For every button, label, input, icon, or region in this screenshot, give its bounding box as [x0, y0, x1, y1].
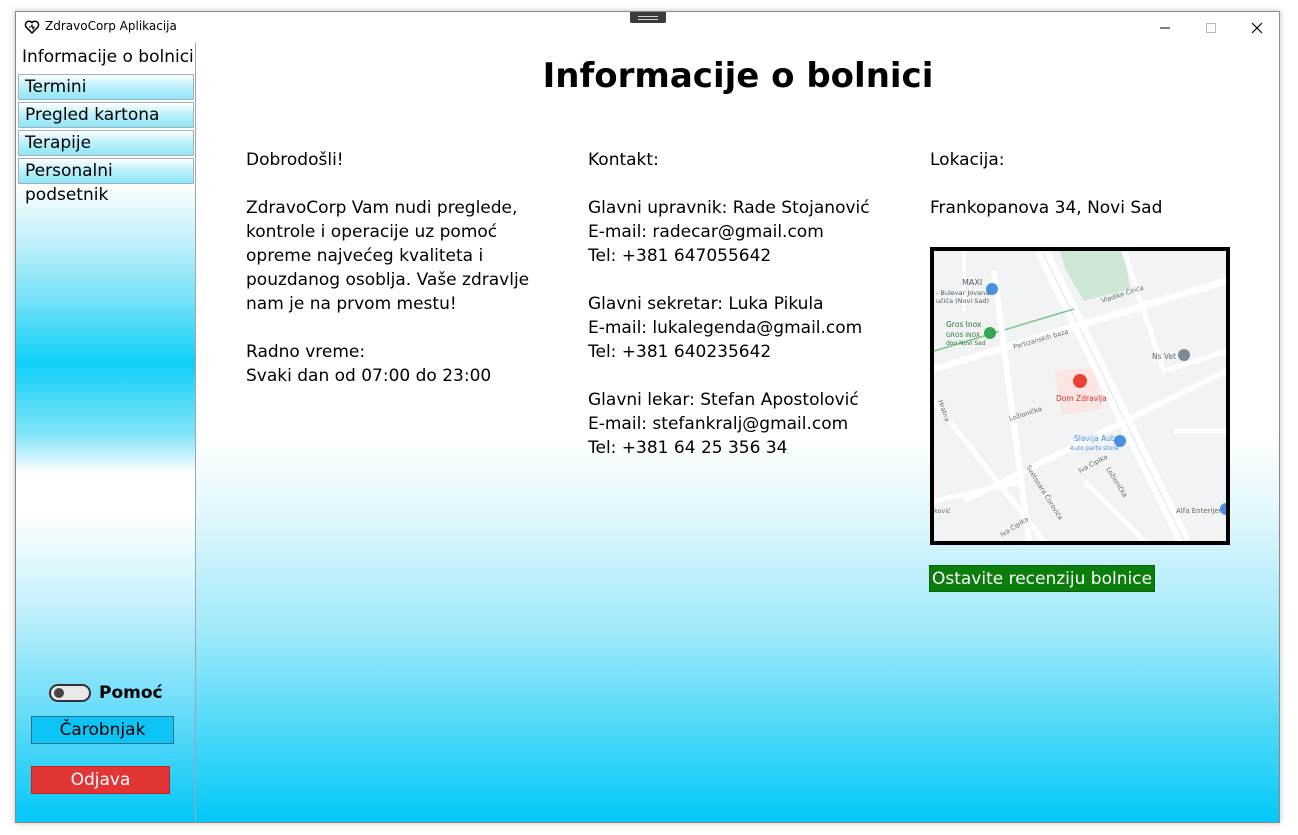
map-label: Ns Vet	[1152, 352, 1176, 361]
map-label: Alfa Enterijer	[1176, 507, 1222, 515]
help-toggle-label: Pomoć	[99, 683, 163, 703]
contact-role: Glavni sekretar: Luka Pikula	[588, 294, 824, 314]
location-heading: Lokacija:	[930, 150, 1005, 170]
contact-heading: Kontakt:	[588, 150, 659, 170]
contact-tel: Tel: +381 64 25 356 34	[588, 438, 788, 458]
contact-column: Kontakt: Glavni upravnik: Rade Stojanovi…	[588, 148, 888, 460]
sidebar-item-personalni-podsetnik[interactable]: Personalni podsetnik	[18, 158, 194, 205]
contact-role: Glavni lekar: Stefan Apostolović	[588, 390, 859, 410]
help-toggle-row: Pomoć	[49, 683, 189, 707]
app-window: ZdravoCorp Aplikacija Informacije o boln…	[15, 11, 1280, 823]
map-label: doo Novi Sad	[946, 340, 986, 347]
location-map[interactable]: MAXI - Bulevar Jovana učića (Novi Sad) G…	[930, 247, 1230, 545]
logout-button[interactable]: Odjava	[31, 766, 170, 794]
contact-tel: Tel: +381 640235642	[588, 342, 772, 362]
minimize-button[interactable]	[1142, 12, 1188, 43]
contact-tel: Tel: +381 647055642	[588, 246, 772, 266]
map-label: Slavija Auto	[1074, 434, 1119, 443]
toggle-knob	[54, 688, 64, 698]
map-label: Auto parts store	[1070, 445, 1119, 452]
wizard-button[interactable]: Čarobnjak	[31, 716, 174, 744]
contact-email: E-mail: stefankralj@gmail.com	[588, 414, 849, 434]
hours-label: Radno vreme:	[246, 342, 366, 362]
welcome-text: ZdravoCorp Vam nudi preglede, kontrole i…	[246, 198, 530, 314]
window-title: ZdravoCorp Aplikacija	[45, 19, 177, 33]
map-label: MAXI	[962, 278, 982, 287]
help-toggle[interactable]	[49, 684, 91, 702]
contact-email: E-mail: radecar@gmail.com	[588, 222, 824, 242]
maximize-icon	[1206, 22, 1216, 33]
contact-role: Glavni upravnik: Rade Stojanović	[588, 198, 870, 218]
review-hospital-button[interactable]: Ostavite recenziju bolnice	[929, 565, 1155, 592]
map-label: učića (Novi Sad)	[936, 297, 989, 305]
welcome-column: Dobrodošli! ZdravoCorp Vam nudi preglede…	[246, 148, 536, 388]
page-title: Informacije o bolnici	[542, 56, 934, 96]
close-button[interactable]	[1234, 12, 1279, 43]
welcome-heading: Dobrodošli!	[246, 150, 344, 170]
main-content: Informacije o bolnici Dobrodošli! Zdravo…	[196, 43, 1279, 822]
map-label: Gros Inox	[946, 320, 982, 329]
minimize-icon	[1160, 27, 1170, 28]
sidebar-header[interactable]: Informacije o bolnici	[22, 47, 194, 67]
maximize-button[interactable]	[1188, 12, 1234, 43]
sidebar-item-pregled-kartona[interactable]: Pregled kartona	[18, 102, 194, 128]
map-label: - Bulevar Jovana	[936, 289, 989, 297]
drag-handle[interactable]	[630, 12, 666, 23]
close-icon	[1251, 22, 1263, 33]
location-address: Frankopanova 34, Novi Sad	[930, 198, 1163, 218]
hours-value: Svaki dan od 07:00 do 23:00	[246, 366, 492, 386]
map-graphic: MAXI - Bulevar Jovana učića (Novi Sad) G…	[934, 251, 1226, 541]
sidebar-item-terapije[interactable]: Terapije	[18, 130, 194, 156]
map-label: Dom Zdravlja	[1056, 394, 1107, 403]
sidebar: Informacije o bolnici Termini Pregled ka…	[16, 43, 196, 822]
heart-icon	[24, 20, 40, 34]
contact-email: E-mail: lukalegenda@gmail.com	[588, 318, 863, 338]
map-label: ković	[934, 507, 951, 515]
map-label: GROS INOX	[946, 332, 980, 339]
title-bar[interactable]: ZdravoCorp Aplikacija	[16, 12, 1279, 44]
sidebar-item-termini[interactable]: Termini	[18, 74, 194, 100]
location-column: Lokacija: Frankopanova 34, Novi Sad	[930, 148, 1260, 220]
